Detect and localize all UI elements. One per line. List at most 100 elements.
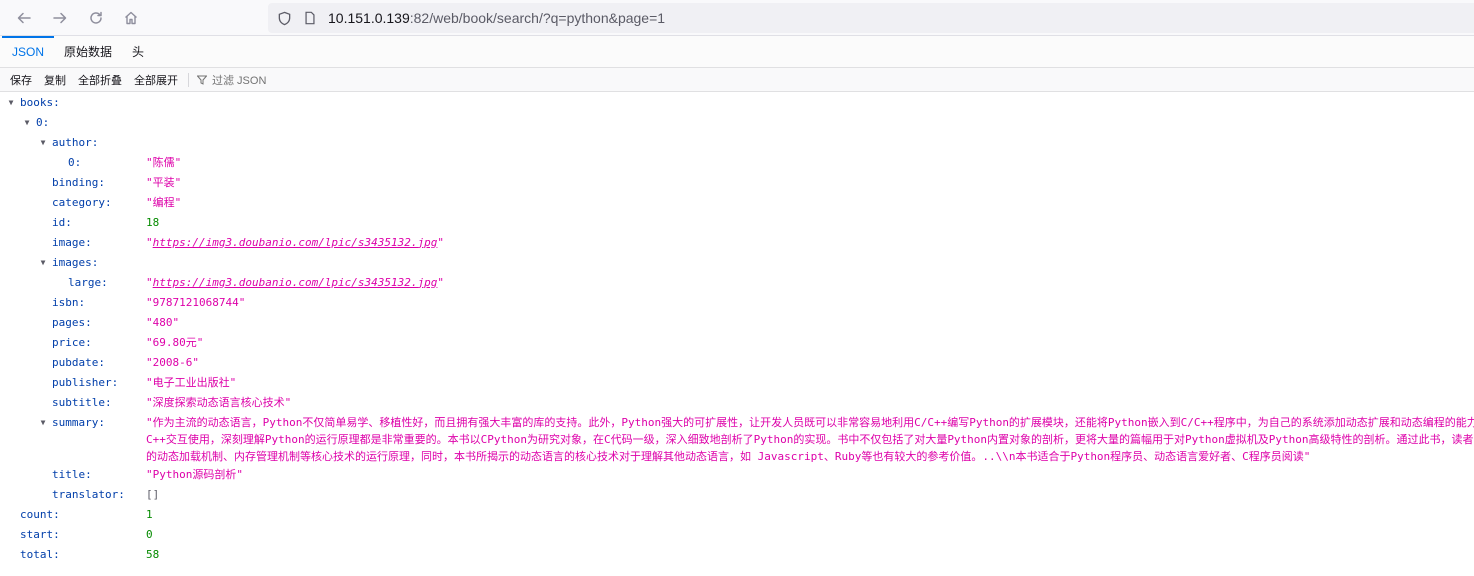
filter-icon xyxy=(197,75,207,85)
json-toolbar: 保存 复制 全部折叠 全部展开 过滤 JSON xyxy=(0,68,1474,92)
json-row-image[interactable]: image: "https://img3.doubanio.com/lpic/s… xyxy=(0,232,1474,252)
expand-toggle-icon[interactable]: ▼ xyxy=(38,412,48,432)
json-row-translator[interactable]: translator: [] xyxy=(0,484,1474,504)
filter-placeholder: 过滤 JSON xyxy=(212,74,267,87)
url-path: :82/web/book/search/?q=python&page=1 xyxy=(409,10,666,26)
json-string-value: "2008-6" xyxy=(146,355,199,369)
json-key: 0: xyxy=(68,155,82,169)
forward-button[interactable] xyxy=(48,6,72,30)
json-row-count[interactable]: count: 1 xyxy=(0,504,1474,524)
arrow-right-icon xyxy=(53,12,67,24)
json-number-value: 58 xyxy=(146,547,160,561)
collapse-all-button[interactable]: 全部折叠 xyxy=(72,70,128,90)
expand-toggle-icon[interactable]: ▼ xyxy=(38,252,48,272)
json-row-category[interactable]: category: "编程" xyxy=(0,192,1474,212)
json-row-publisher[interactable]: publisher: "电子工业出版社" xyxy=(0,372,1474,392)
json-string-value: "深度探索动态语言核心技术" xyxy=(146,396,292,409)
json-key: publisher: xyxy=(52,375,119,389)
json-row-isbn[interactable]: isbn: "9787121068744" xyxy=(0,292,1474,312)
json-row-price[interactable]: price: "69.80元" xyxy=(0,332,1474,352)
json-key: books: xyxy=(20,95,60,109)
reload-icon xyxy=(90,11,102,24)
json-row-title[interactable]: title: "Python源码剖析" xyxy=(0,464,1474,484)
json-string-value: "Python源码剖析" xyxy=(146,468,243,481)
json-key: translator: xyxy=(52,487,125,501)
json-row-pubdate[interactable]: pubdate: "2008-6" xyxy=(0,352,1474,372)
viewer-tabs: JSON 原始数据 头 xyxy=(0,36,1474,68)
large-image-url-link[interactable]: https://img3.doubanio.com/lpic/s3435132.… xyxy=(153,276,438,289)
toolbar-divider xyxy=(188,72,189,87)
json-key: 0: xyxy=(36,115,50,129)
home-button[interactable] xyxy=(119,6,143,30)
json-row-images[interactable]: ▼ images: xyxy=(0,252,1474,272)
json-number-value: 1 xyxy=(146,507,153,521)
summary-line: 的动态加载机制、内存管理机制等核心技术的运行原理，同时，本书所揭示的动态语言的核… xyxy=(146,450,1311,463)
tab-headers[interactable]: 头 xyxy=(122,36,154,67)
json-string-value: "9787121068744" xyxy=(146,295,246,309)
json-key: binding: xyxy=(52,175,105,189)
json-key: pubdate: xyxy=(52,355,105,369)
json-row-binding[interactable]: binding: "平装" xyxy=(0,172,1474,192)
json-row-book-0[interactable]: ▼ 0: xyxy=(0,112,1474,132)
expand-toggle-icon[interactable]: ▼ xyxy=(38,132,48,152)
json-tree: ▼ books: ▼ 0: ▼ author: 0: "陈儒" binding:… xyxy=(0,92,1474,564)
json-row-subtitle[interactable]: subtitle: "深度探索动态语言核心技术" xyxy=(0,392,1474,412)
json-key: image: xyxy=(52,235,92,249)
json-row-books[interactable]: ▼ books: xyxy=(0,92,1474,112)
json-string-value: "69.80元" xyxy=(146,336,204,349)
json-row-author[interactable]: ▼ author: xyxy=(0,132,1474,152)
copy-button[interactable]: 复制 xyxy=(38,70,72,90)
json-string-value: "作为主流的动态语言，Python不仅简单易学、移植性好，而且拥有强大丰富的库的… xyxy=(146,412,1474,465)
json-row-start[interactable]: start: 0 xyxy=(0,524,1474,544)
save-button[interactable]: 保存 xyxy=(4,70,38,90)
summary-line: "作为主流的动态语言，Python不仅简单易学、移植性好，而且拥有强大丰富的库的… xyxy=(146,416,1474,429)
url-bar[interactable]: 10.151.0.139:82/web/book/search/?q=pytho… xyxy=(268,3,1474,33)
reload-button[interactable] xyxy=(84,6,108,30)
filter-json-input[interactable]: 过滤 JSON xyxy=(193,72,266,88)
json-url-value: "https://img3.doubanio.com/lpic/s3435132… xyxy=(146,235,445,249)
expand-toggle-icon[interactable]: ▼ xyxy=(22,112,32,132)
json-string-value: "480" xyxy=(146,315,180,329)
page-icon[interactable] xyxy=(302,10,318,26)
arrow-left-icon xyxy=(17,12,31,24)
json-key: author: xyxy=(52,135,99,149)
image-url-link[interactable]: https://img3.doubanio.com/lpic/s3435132.… xyxy=(153,236,438,249)
json-key: large: xyxy=(68,275,108,289)
json-key: category: xyxy=(52,195,112,209)
json-row-id[interactable]: id: 18 xyxy=(0,212,1474,232)
json-string-value: "编程" xyxy=(146,196,182,209)
json-string-value: "陈儒" xyxy=(146,156,182,169)
home-icon xyxy=(125,11,137,25)
json-key: isbn: xyxy=(52,295,86,309)
json-key: total: xyxy=(20,547,60,561)
json-key: pages: xyxy=(52,315,92,329)
json-number-value: 0 xyxy=(146,527,153,541)
json-key: summary: xyxy=(52,415,105,429)
json-string-value: "电子工业出版社" xyxy=(146,376,237,389)
json-key: count: xyxy=(20,507,60,521)
json-string-value: "平装" xyxy=(146,176,182,189)
json-number-value: 18 xyxy=(146,215,160,229)
json-key: start: xyxy=(20,527,60,541)
expand-toggle-icon[interactable]: ▼ xyxy=(6,92,16,112)
browser-toolbar: 10.151.0.139:82/web/book/search/?q=pytho… xyxy=(0,0,1474,36)
url-text[interactable]: 10.151.0.139:82/web/book/search/?q=pytho… xyxy=(328,10,665,26)
json-key: title: xyxy=(52,467,92,481)
back-button[interactable] xyxy=(12,6,36,30)
json-key: subtitle: xyxy=(52,395,112,409)
json-array-value: [] xyxy=(146,487,160,501)
json-row-summary[interactable]: ▼ summary: "作为主流的动态语言，Python不仅简单易学、移植性好，… xyxy=(0,412,1474,464)
json-row-pages[interactable]: pages: "480" xyxy=(0,312,1474,332)
json-row-author-0[interactable]: 0: "陈儒" xyxy=(0,152,1474,172)
json-url-value: "https://img3.doubanio.com/lpic/s3435132… xyxy=(146,275,445,289)
json-row-images-large[interactable]: large: "https://img3.doubanio.com/lpic/s… xyxy=(0,272,1474,292)
json-row-total[interactable]: total: 58 xyxy=(0,544,1474,564)
expand-all-button[interactable]: 全部展开 xyxy=(128,70,184,90)
summary-line: C++交互使用，深刻理解Python的运行原理都是非常重要的。本书以CPytho… xyxy=(146,433,1474,446)
json-key: id: xyxy=(52,215,72,229)
json-key: images: xyxy=(52,255,99,269)
shield-icon[interactable] xyxy=(276,10,292,26)
tab-json[interactable]: JSON xyxy=(2,36,55,67)
url-host: 10.151.0.139 xyxy=(328,10,410,26)
tab-raw-data[interactable]: 原始数据 xyxy=(54,36,122,67)
